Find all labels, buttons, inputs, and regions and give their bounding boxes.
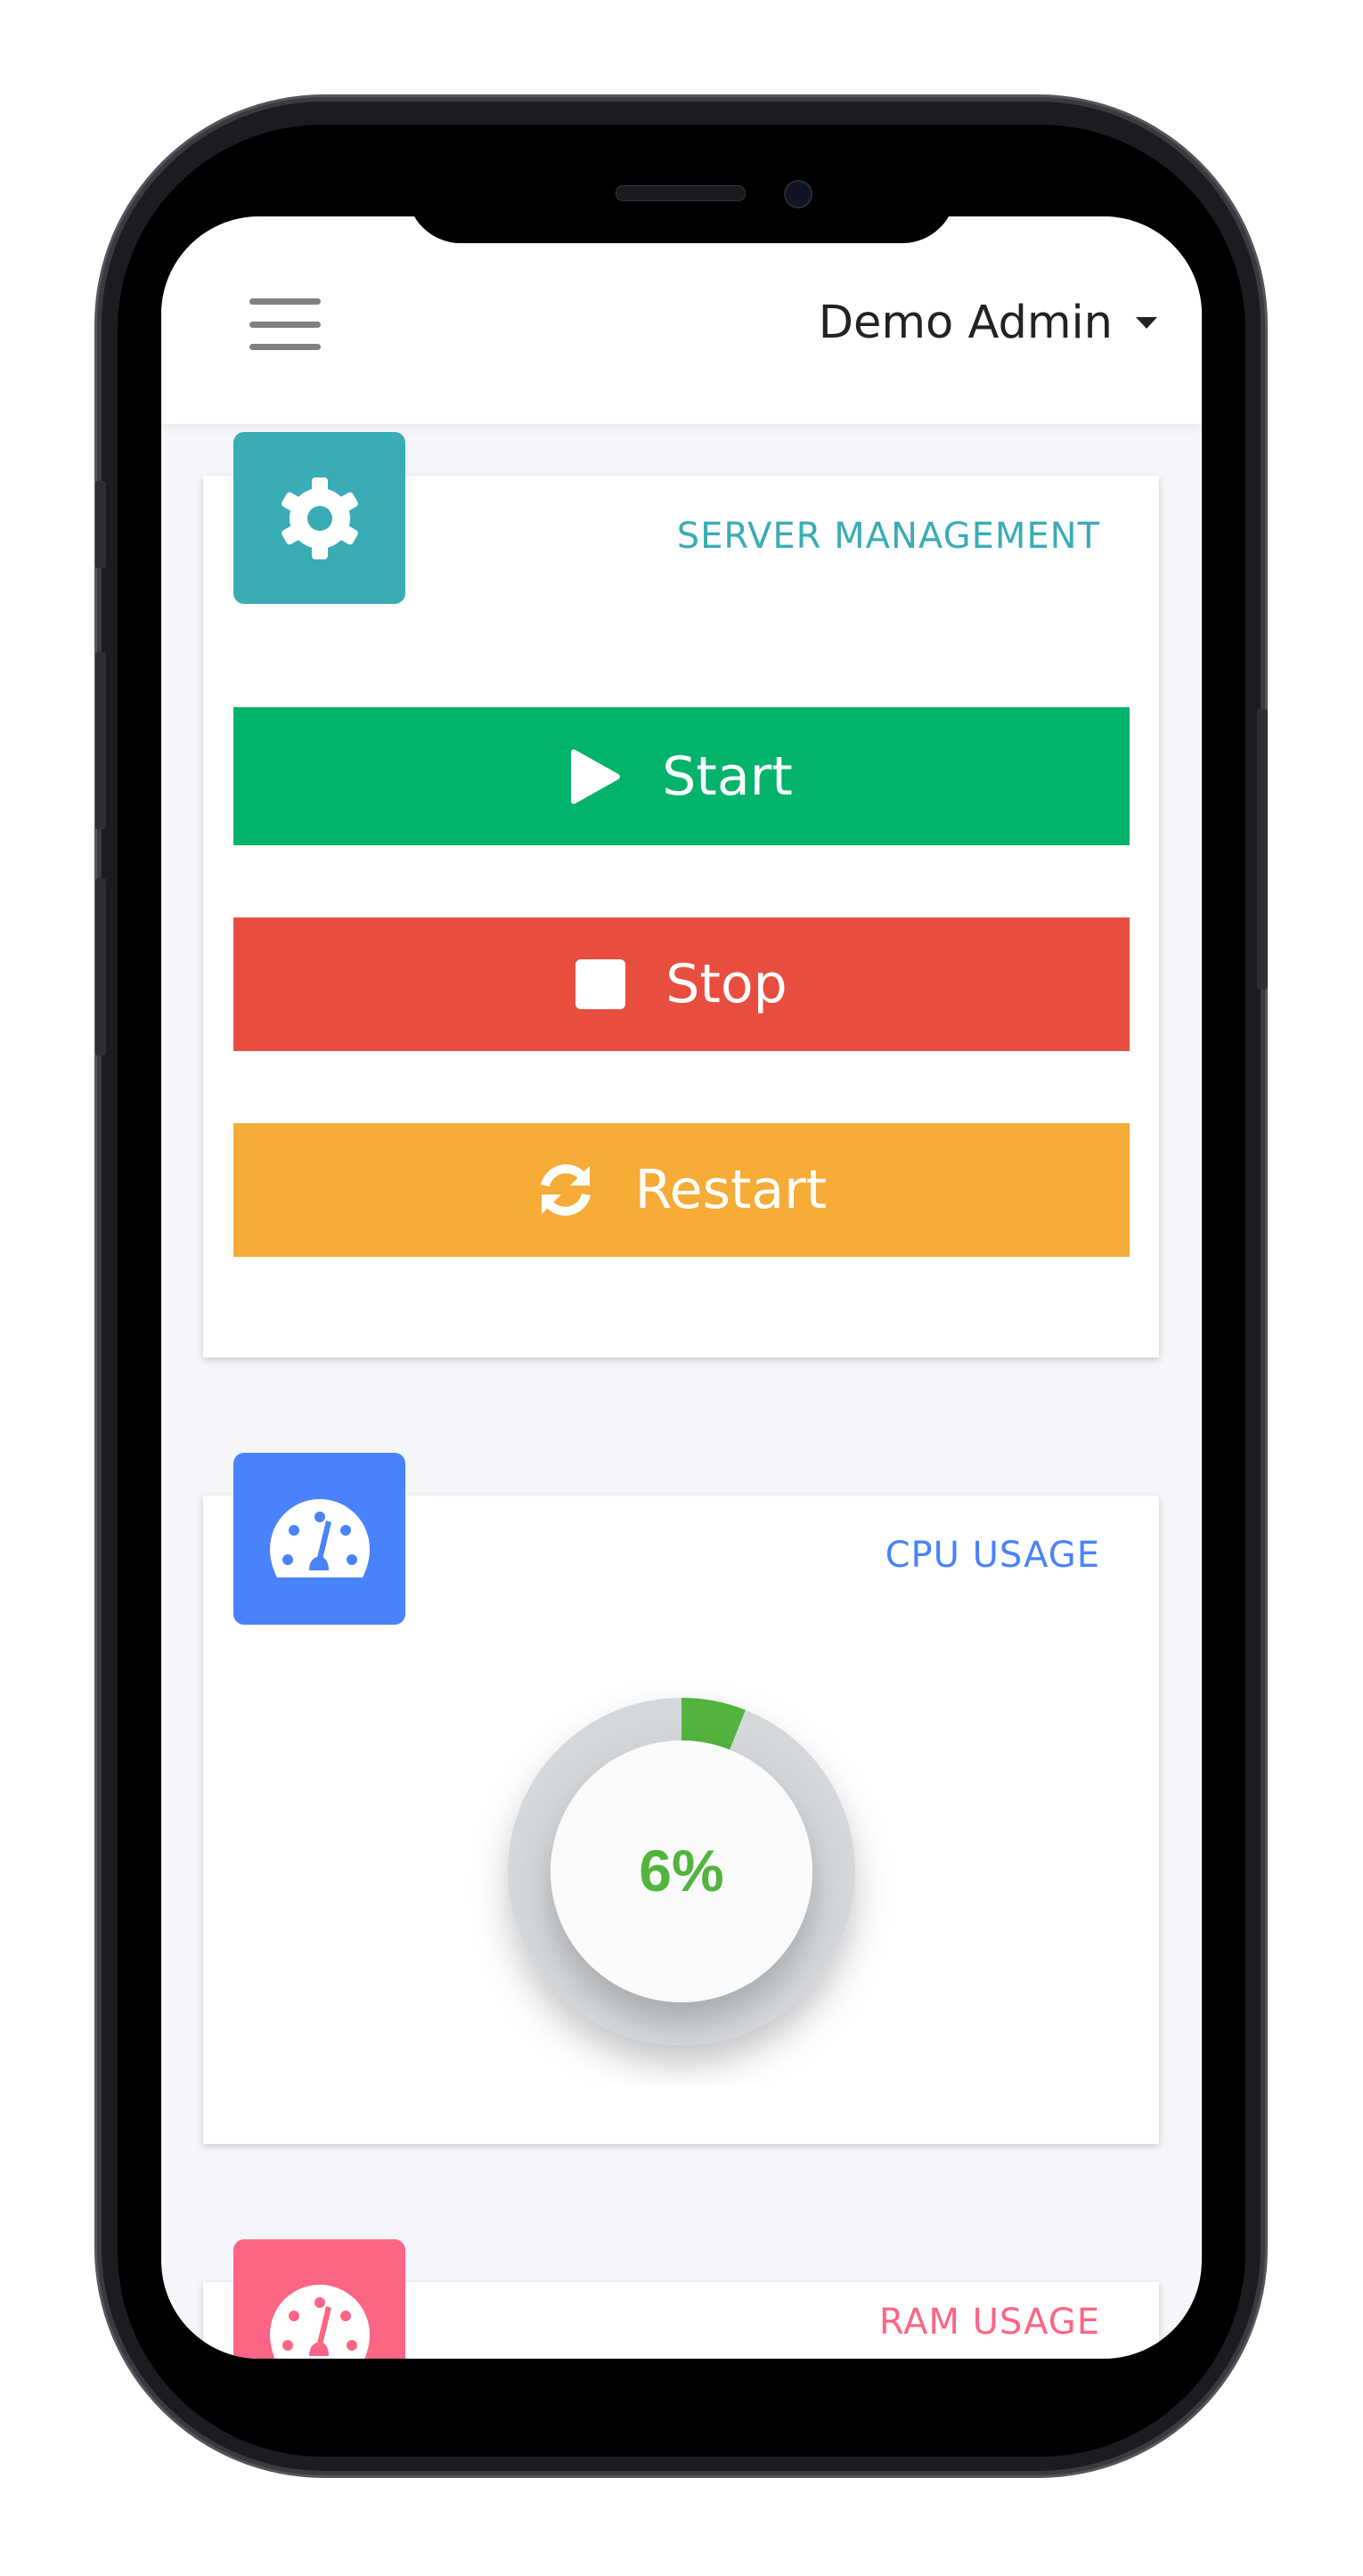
start-button[interactable]: Start	[233, 707, 1130, 845]
top-navbar: Demo Admin	[161, 216, 1202, 424]
restart-button[interactable]: Restart	[233, 1123, 1130, 1257]
front-camera	[784, 180, 812, 208]
volume-down-button	[95, 878, 106, 1056]
stop-button[interactable]: Stop	[233, 917, 1130, 1051]
sync-icon	[540, 1164, 591, 1216]
cpu-icon-box	[233, 1453, 405, 1625]
cpu-value-label: 6%	[639, 1838, 723, 1903]
server-management-card: SERVER MANAGEMENT Start Stop Restart	[203, 476, 1159, 1357]
card-title: RAM USAGE	[878, 2302, 1100, 2343]
server-icon-box	[233, 432, 405, 604]
volume-up-button	[95, 652, 106, 829]
start-label: Start	[662, 745, 793, 808]
card-title: SERVER MANAGEMENT	[676, 516, 1100, 557]
phone-speaker	[616, 185, 746, 201]
hamburger-icon[interactable]	[249, 298, 321, 350]
play-icon	[571, 748, 621, 804]
stop-icon	[575, 959, 626, 1009]
silent-switch	[95, 481, 106, 568]
tachometer-icon	[269, 2285, 370, 2359]
tachometer-icon	[269, 1498, 370, 1577]
ram-icon-box	[233, 2239, 405, 2359]
user-name: Demo Admin	[818, 297, 1113, 349]
phone-screen: Demo Admin SERVER MANAGEMENT Start Stop …	[161, 216, 1202, 2359]
user-dropdown[interactable]: Demo Admin	[819, 297, 1157, 349]
card-title: CPU USAGE	[885, 1535, 1100, 1576]
gear-icon	[281, 477, 358, 559]
stop-label: Stop	[665, 953, 788, 1015]
power-button	[1257, 709, 1268, 990]
cpu-gauge: 6%	[508, 1698, 855, 2045]
caret-down-icon	[1136, 317, 1157, 329]
restart-label: Restart	[634, 1159, 828, 1221]
